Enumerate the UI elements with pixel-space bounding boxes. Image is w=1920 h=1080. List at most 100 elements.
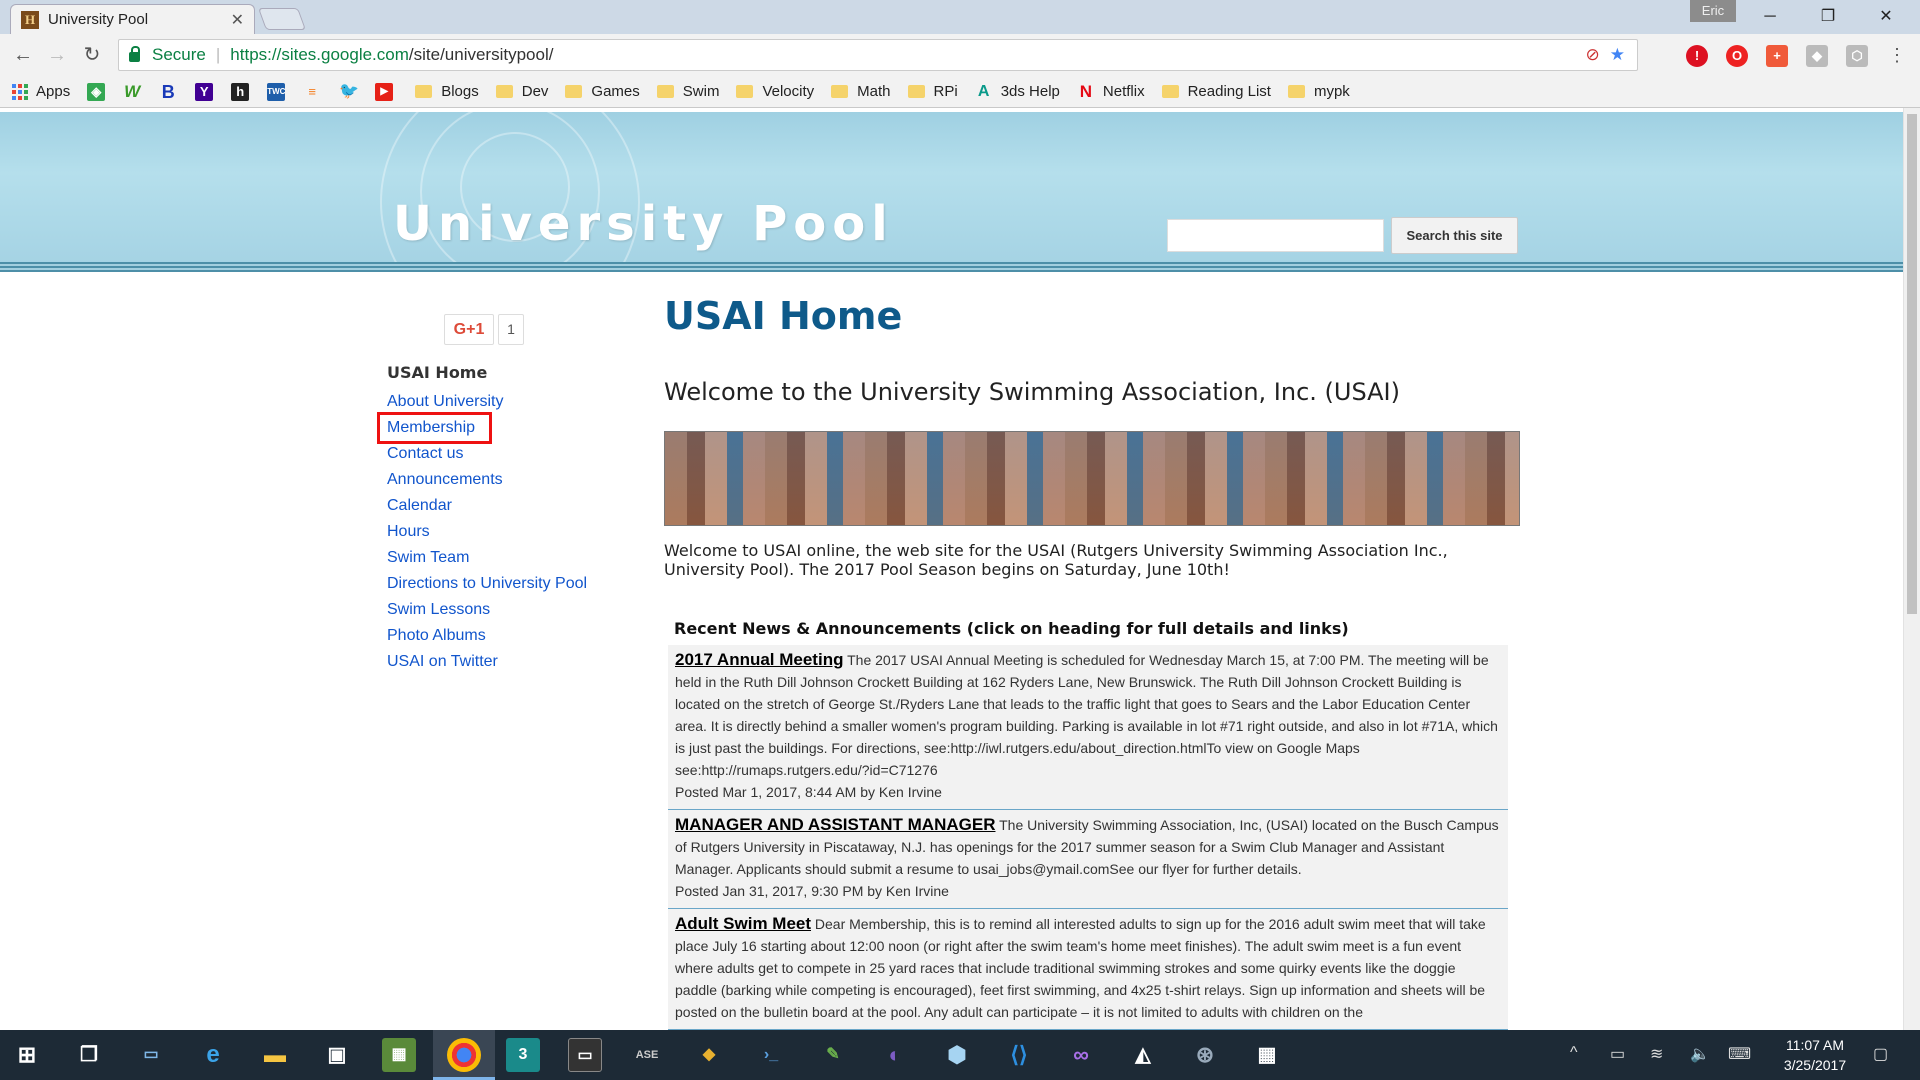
powershell-icon[interactable]: ›_	[754, 1038, 788, 1072]
wifi-icon[interactable]: ≋	[1650, 1044, 1663, 1064]
sidebar-item-announcements[interactable]: Announcements	[387, 467, 587, 493]
sidebar-item-usai-twitter[interactable]: USAI on Twitter	[387, 649, 587, 675]
folder-icon	[1161, 85, 1179, 98]
battery-icon[interactable]: ▭	[1610, 1044, 1625, 1064]
windows-start-icon[interactable]: ⊞	[10, 1038, 44, 1072]
bookmark-yahoo[interactable]: Y	[195, 82, 221, 101]
bookmark-youtube[interactable]: ▶	[375, 82, 401, 101]
eclipse-icon[interactable]: ◐	[878, 1038, 912, 1072]
notepad-plus-icon[interactable]: ✎	[816, 1038, 850, 1072]
sidebar-item-swim-lessons[interactable]: Swim Lessons	[387, 597, 587, 623]
dropbox-icon[interactable]: ◆	[1806, 45, 1828, 67]
terminal-icon[interactable]: ▭	[568, 1038, 602, 1072]
cube-app-icon[interactable]: ⬢	[940, 1038, 974, 1072]
bookmark-folder-rpi[interactable]: RPi	[907, 83, 958, 100]
apps-grid-icon	[12, 83, 28, 100]
avr-studio-icon[interactable]: ASE	[630, 1038, 664, 1072]
intro-text: Welcome to USAI online, the web site for…	[664, 541, 1448, 579]
bookmark-folder-reading-list[interactable]: Reading List	[1161, 83, 1271, 100]
bookmark-3ds-help[interactable]: A 3ds Help	[975, 83, 1060, 101]
new-tab-button[interactable]	[257, 8, 307, 30]
unity-icon[interactable]: ◭	[1126, 1038, 1160, 1072]
folder-icon	[656, 85, 674, 98]
extension-cube-icon[interactable]: ⬡	[1846, 45, 1868, 67]
bookmark-apps[interactable]: Apps	[12, 83, 70, 100]
bookmark-folder-games[interactable]: Games	[565, 83, 640, 100]
scrollbar-thumb[interactable]	[1907, 114, 1917, 614]
bookmark-h[interactable]: h	[231, 82, 257, 101]
minimize-icon[interactable]: ─	[1742, 0, 1798, 34]
maps-icon: ◈	[87, 82, 106, 101]
tab-close-icon[interactable]: ✕	[231, 10, 244, 30]
chrome-menu-icon[interactable]: ⋮	[1882, 40, 1912, 70]
keyboard-icon[interactable]: ⌨	[1728, 1044, 1751, 1064]
restore-icon[interactable]: ❐	[1800, 0, 1856, 34]
bookmark-w[interactable]: W	[123, 82, 149, 101]
bookmark-folder-dev[interactable]: Dev	[495, 83, 548, 100]
bookmark-weather[interactable]: TWC	[267, 82, 293, 101]
address-bar[interactable]: Secure | https://sites.google.com/site/u…	[118, 39, 1638, 71]
opera-icon[interactable]: O	[1726, 45, 1748, 67]
bookmark-b[interactable]: B	[159, 83, 185, 101]
sidebar-item-photo-albums[interactable]: Photo Albums	[387, 623, 587, 649]
sidebar-item-hours[interactable]: Hours	[387, 519, 587, 545]
task-view-icon[interactable]: ❐	[72, 1038, 106, 1072]
google-plus-one-button[interactable]: G+1	[444, 314, 494, 345]
extension-red-icon[interactable]: !	[1686, 45, 1708, 67]
3ds-max-icon[interactable]: 3	[506, 1038, 540, 1072]
minecraft-icon[interactable]: ▦	[382, 1038, 416, 1072]
volume-icon[interactable]: 🔈	[1690, 1044, 1710, 1064]
bookmark-folder-mypk[interactable]: mypk	[1287, 83, 1350, 100]
bookmark-label: mypk	[1313, 83, 1350, 100]
extension-plus-icon[interactable]: +	[1766, 45, 1788, 67]
search-site-button[interactable]: Search this site	[1391, 217, 1518, 254]
news-item-heading-link[interactable]: Adult Swim Meet	[675, 914, 811, 933]
bookmark-stack[interactable]: ≡	[303, 83, 329, 101]
bookmark-label: Blogs	[441, 83, 479, 100]
action-center-icon[interactable]: ▢	[1873, 1044, 1888, 1064]
sidebar-item-swim-team[interactable]: Swim Team	[387, 545, 587, 571]
notepad-icon[interactable]: ▭	[134, 1038, 168, 1072]
bookmark-label: Games	[591, 83, 640, 100]
show-hidden-icons-icon[interactable]: ^	[1570, 1044, 1578, 1062]
translate-blocked-icon[interactable]: ⊘	[1586, 45, 1600, 64]
profile-button[interactable]: Eric	[1690, 0, 1736, 22]
taskbar-clock[interactable]: 11:07 AM 3/25/2017	[1770, 1035, 1860, 1075]
news-item-heading-link[interactable]: 2017 Annual Meeting	[675, 650, 843, 669]
bookmark-twitter[interactable]: 🐦	[339, 83, 365, 101]
edge-icon[interactable]: e	[196, 1038, 230, 1072]
file-explorer-icon[interactable]: ▬	[258, 1038, 292, 1072]
bookmark-star-icon[interactable]: ⊘ ★	[1586, 45, 1626, 65]
secure-label: Secure	[152, 45, 206, 64]
news-list: 2017 Annual Meeting The 2017 USAI Annual…	[668, 645, 1508, 1030]
bookmark-folder-blogs[interactable]: Blogs	[415, 83, 479, 100]
visual-studio-icon[interactable]: ∞	[1064, 1038, 1098, 1072]
reload-icon[interactable]: ↻	[77, 40, 107, 70]
chrome-icon[interactable]	[447, 1038, 481, 1072]
bookmark-folder-math[interactable]: Math	[831, 83, 891, 100]
site-search-input[interactable]	[1167, 219, 1384, 252]
browser-toolbar: ← → ↻ Secure | https://sites.google.com/…	[0, 34, 1920, 76]
bookmark-maps[interactable]: ◈	[87, 82, 113, 101]
bookmark-netflix[interactable]: N Netflix	[1077, 82, 1145, 101]
back-icon[interactable]: ←	[8, 40, 38, 70]
lock-icon	[129, 46, 140, 62]
page-scrollbar[interactable]	[1903, 108, 1920, 1030]
folder-icon	[1287, 85, 1305, 98]
vscode-icon[interactable]: ⟨⟩	[1002, 1038, 1036, 1072]
forward-icon[interactable]: →	[42, 40, 72, 70]
git-icon[interactable]: ◆	[692, 1038, 726, 1072]
sidebar-item-usai-home[interactable]: USAI Home	[387, 363, 587, 389]
bookmark-folder-velocity[interactable]: Velocity	[736, 83, 814, 100]
browser-tab[interactable]: H University Pool ✕	[10, 4, 255, 34]
close-window-icon[interactable]: ✕	[1858, 0, 1914, 34]
steam-icon[interactable]: ⊛	[1188, 1038, 1222, 1072]
sidebar-item-contact-us[interactable]: Contact us	[387, 441, 587, 467]
store-icon[interactable]: ▣	[320, 1038, 354, 1072]
sidebar-item-directions[interactable]: Directions to University Pool	[387, 571, 587, 597]
bookmark-folder-swim[interactable]: Swim	[656, 83, 719, 100]
bookmark-label: 3ds Help	[1000, 83, 1060, 100]
sidebar-item-calendar[interactable]: Calendar	[387, 493, 587, 519]
news-item-heading-link[interactable]: MANAGER AND ASSISTANT MANAGER	[675, 815, 995, 834]
calculator-icon[interactable]: ▦	[1250, 1038, 1284, 1072]
